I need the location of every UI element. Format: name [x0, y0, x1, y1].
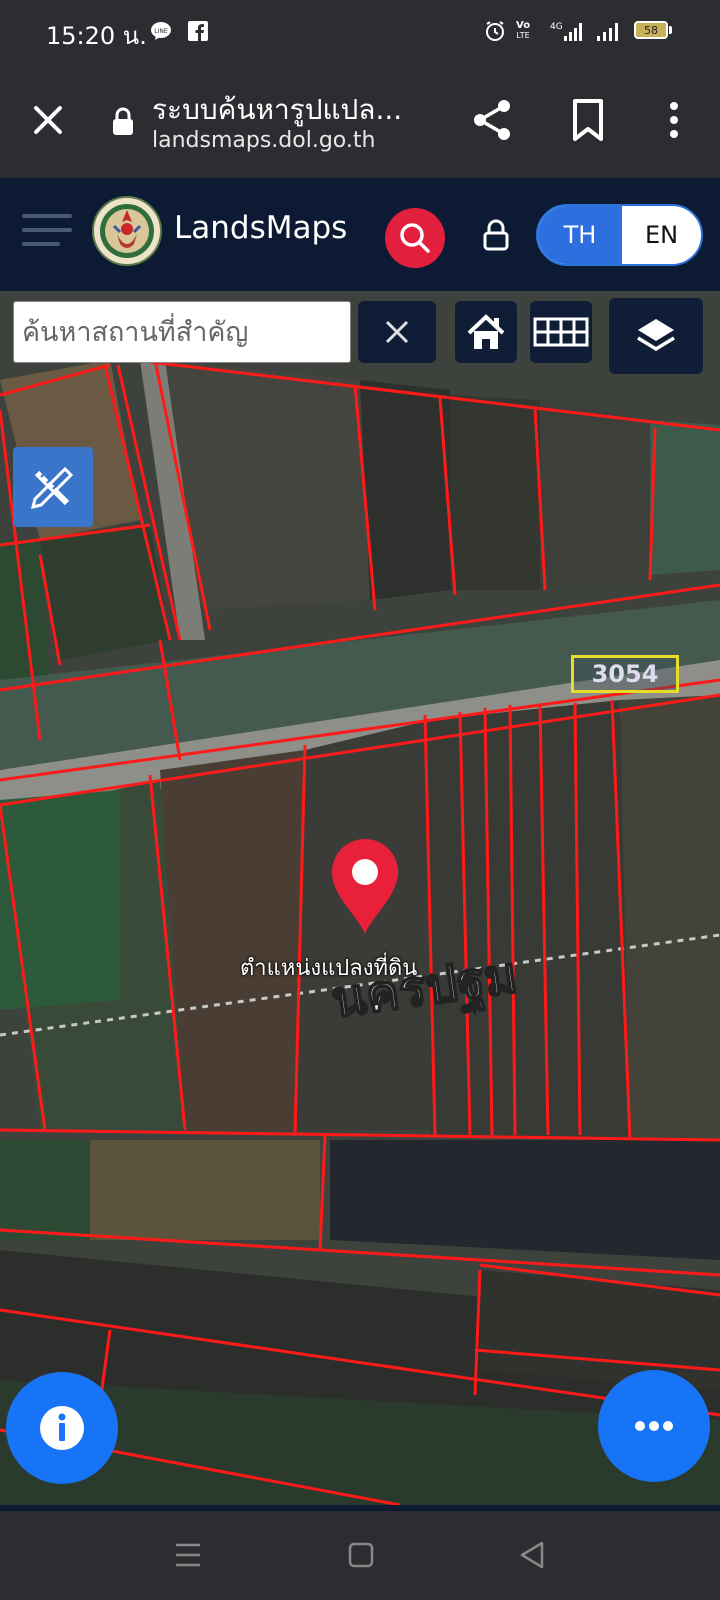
home-icon [467, 314, 505, 349]
page-title[interactable]: ระบบค้นหารูปแปล... [152, 88, 422, 132]
info-button[interactable] [6, 1372, 118, 1484]
search-icon [400, 223, 430, 253]
pin-label: ตำแหน่งแปลงที่ดิน [240, 956, 418, 981]
battery-icon: 58 [634, 19, 672, 41]
alarm-icon [484, 20, 506, 42]
close-icon [385, 320, 409, 344]
draw-tool-button[interactable] [13, 447, 93, 527]
volte-icon: Vo LTE [516, 20, 531, 41]
page-url[interactable]: landsmaps.dol.go.th [152, 128, 375, 153]
language-toggle[interactable]: TH EN [536, 204, 703, 266]
place-search-box[interactable] [13, 301, 351, 363]
grid-button[interactable] [530, 301, 592, 363]
bookmark-icon[interactable] [571, 98, 605, 142]
network-type-label: 4G [550, 22, 563, 32]
layers-icon [637, 319, 675, 352]
layers-button[interactable] [609, 298, 703, 374]
svg-text:LINE: LINE [154, 28, 168, 35]
clear-search-button[interactable] [358, 301, 436, 363]
back-nav-icon[interactable] [518, 1540, 546, 1570]
more-options-button[interactable] [598, 1370, 710, 1482]
more-vert-icon[interactable] [662, 100, 686, 140]
dol-logo-icon[interactable] [92, 196, 162, 266]
facebook-icon [188, 20, 208, 42]
place-search-input[interactable] [14, 302, 350, 362]
lock-icon[interactable] [110, 106, 136, 136]
menu-icon[interactable] [22, 210, 72, 250]
more-horiz-icon [635, 1421, 673, 1431]
ruler-pencil-icon [30, 466, 74, 510]
login-lock-icon[interactable] [482, 218, 510, 252]
share-icon[interactable] [470, 97, 514, 143]
lang-th-option[interactable]: TH [538, 206, 622, 264]
app-name[interactable]: LandsMaps [174, 210, 347, 246]
search-button[interactable] [385, 208, 445, 268]
road-number-label: 3054 [571, 655, 679, 693]
battery-level: 58 [644, 23, 658, 37]
info-icon [40, 1406, 84, 1450]
signal-icon [596, 20, 622, 42]
location-pin-icon[interactable] [330, 838, 400, 936]
home-button[interactable] [455, 301, 517, 363]
recent-apps-icon[interactable] [174, 1542, 202, 1568]
home-nav-icon[interactable] [348, 1542, 374, 1568]
close-icon[interactable] [28, 100, 68, 140]
lang-en-option[interactable]: EN [622, 206, 701, 264]
grid-icon [533, 317, 589, 347]
line-app-icon: LINE [150, 20, 172, 42]
signal-4g-icon: 4G [550, 20, 586, 42]
status-time: 15:20 น. [46, 22, 147, 50]
